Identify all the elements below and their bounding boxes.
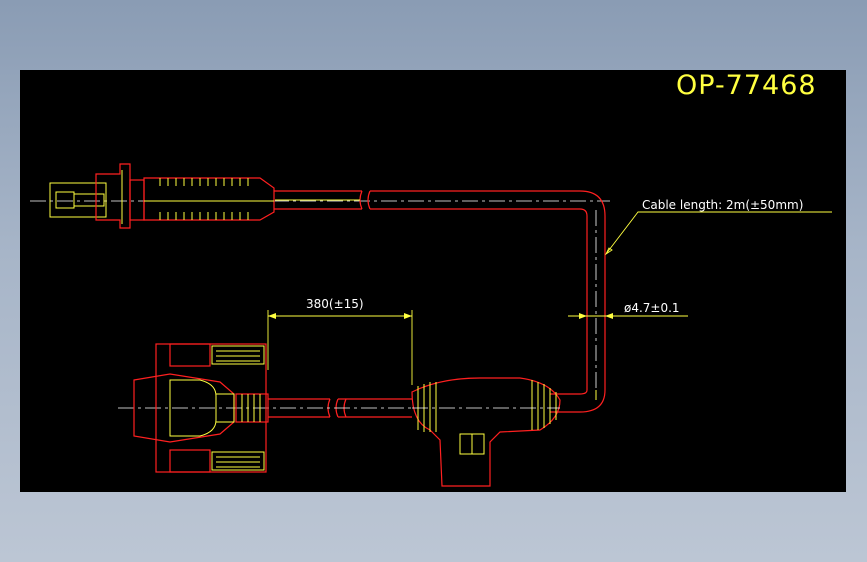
splitter-body — [411, 377, 561, 487]
cad-drawing-canvas[interactable]: OP-77468 Cable length: 2m(±50mm) ø4.7±0.… — [20, 70, 846, 492]
diameter-dimension: ø4.7±0.1 — [568, 301, 688, 319]
branch-length-label: 380(±15) — [306, 297, 364, 311]
diameter-label: ø4.7±0.1 — [624, 301, 680, 315]
branch-length-dimension: 380(±15) — [267, 297, 413, 385]
cable-length-annotation: Cable length: 2m(±50mm) — [604, 198, 832, 256]
db-connector — [118, 343, 412, 473]
drawing-number: OP-77468 — [676, 70, 817, 101]
cable-length-label: Cable length: 2m(±50mm) — [642, 198, 803, 212]
top-connector — [30, 163, 610, 390]
